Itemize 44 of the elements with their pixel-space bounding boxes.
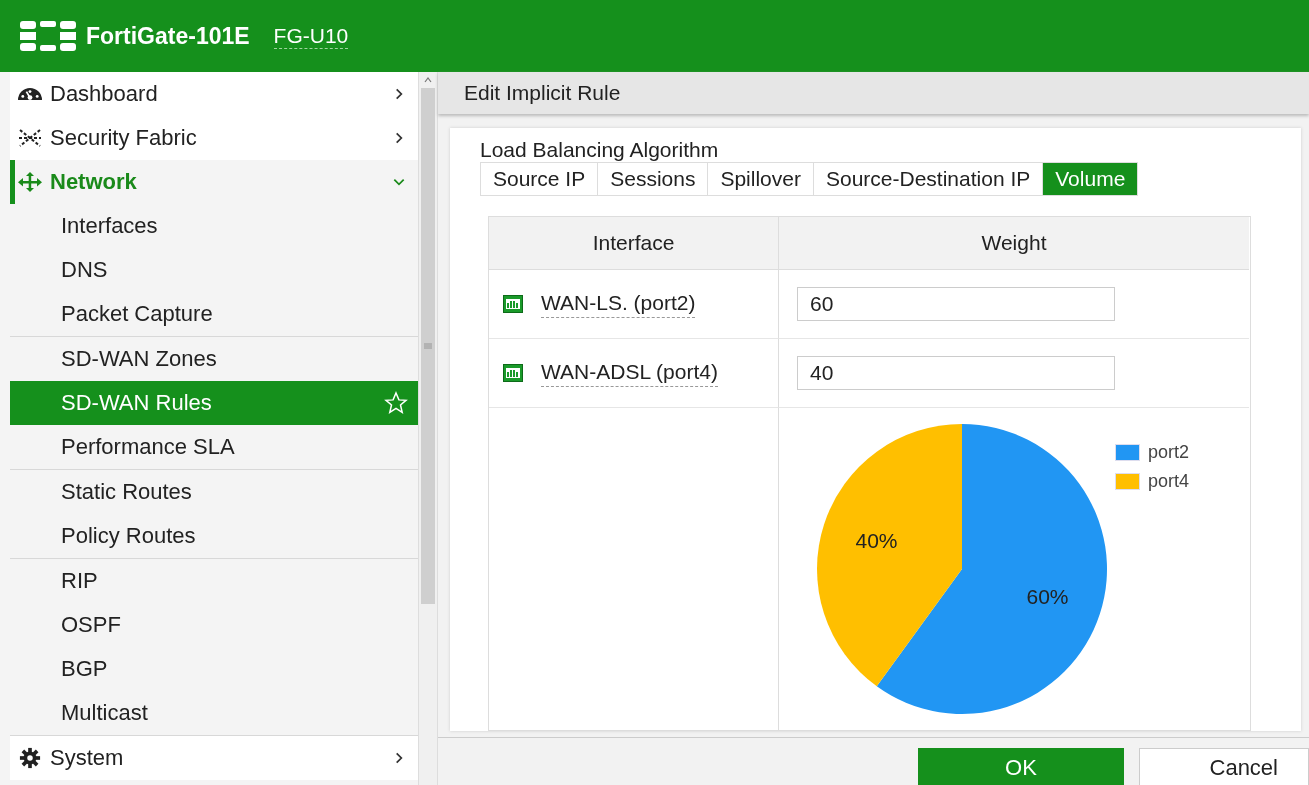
slice-label: 40%	[855, 529, 898, 553]
fabric-icon	[18, 127, 42, 149]
logo-icon	[20, 21, 76, 51]
nav-subitem[interactable]: SD-WAN Zones	[10, 337, 418, 381]
interface-link[interactable]: WAN-ADSL (port4)	[541, 359, 718, 387]
scroll-up-icon[interactable]	[423, 76, 433, 84]
nav-subitem[interactable]: OSPF	[10, 603, 418, 647]
star-icon[interactable]	[384, 391, 408, 415]
port-icon	[503, 364, 523, 382]
algorithm-tab[interactable]: Volume	[1043, 163, 1138, 195]
gear-icon	[18, 747, 42, 769]
panel-title: Edit Implicit Rule	[464, 81, 621, 105]
move-arrows-icon	[18, 171, 42, 193]
nav-subitem[interactable]: Policy Routes	[10, 514, 418, 558]
scrollbar[interactable]	[418, 72, 438, 785]
nav-item[interactable]: Dashboard	[10, 72, 418, 116]
column-header: Weight	[778, 217, 1249, 270]
scroll-thumb[interactable]	[421, 88, 435, 604]
nav-item[interactable]: Security Fabric	[10, 116, 418, 160]
grip-icon	[424, 343, 432, 349]
nav-subitem[interactable]: RIP	[10, 559, 418, 603]
nav-subitem[interactable]: SD-WAN Rules	[10, 381, 418, 425]
column-header: Interface	[489, 217, 778, 270]
interface-link[interactable]: WAN-LS. (port2)	[541, 290, 696, 318]
legend-label: port2	[1148, 442, 1190, 463]
hostname-link[interactable]: FG-U10	[273, 23, 349, 49]
nav-subitem[interactable]: Multicast	[10, 691, 418, 735]
nav-item[interactable]: System	[10, 736, 418, 780]
weight-field[interactable]: 60	[797, 287, 1115, 321]
ok-button[interactable]: OK	[918, 748, 1124, 785]
nav-subitem[interactable]: Performance SLA	[10, 425, 418, 469]
gauge-icon	[18, 88, 42, 100]
nav-subitem[interactable]: DNS	[10, 248, 418, 292]
field-label: Load Balancing Algorithm	[480, 138, 720, 162]
nav-subitem[interactable]: Interfaces	[10, 204, 418, 248]
nav-subitem[interactable]: BGP	[10, 647, 418, 691]
nav-subitem[interactable]: Static Routes	[10, 470, 418, 514]
slice-label: 60%	[1026, 584, 1069, 608]
nav-subitem[interactable]: Packet Capture	[10, 292, 418, 336]
legend-label: port4	[1148, 471, 1190, 492]
weight-field[interactable]: 40	[797, 356, 1115, 390]
port-icon	[503, 295, 523, 313]
product-name: FortiGate-101E	[86, 22, 250, 50]
cancel-button[interactable]: Cancel	[1139, 748, 1309, 785]
